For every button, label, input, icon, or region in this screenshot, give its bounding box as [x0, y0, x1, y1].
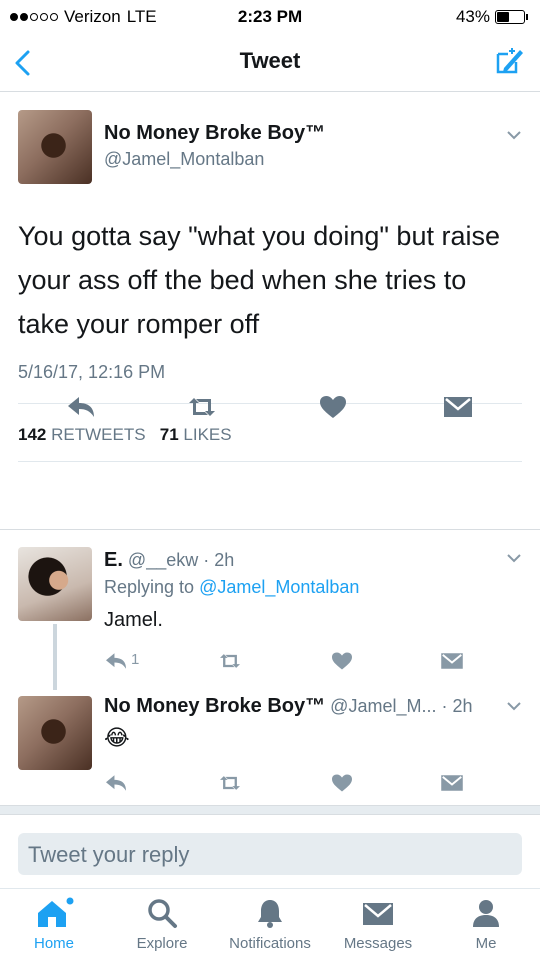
avatar[interactable] — [18, 110, 92, 184]
tab-bar: Home Explore Notifications Messages Me — [0, 888, 540, 960]
reply-icon[interactable] — [66, 394, 96, 420]
bell-icon — [258, 900, 282, 928]
person-icon — [473, 900, 499, 927]
heart-icon[interactable] — [330, 773, 354, 793]
divider — [18, 461, 522, 462]
reply-icon[interactable] — [104, 773, 128, 793]
direct-message-icon[interactable] — [440, 773, 464, 793]
tab-home[interactable]: Home — [0, 897, 108, 952]
chevron-down-icon[interactable] — [506, 553, 522, 563]
battery-percent: 43% — [455, 7, 490, 26]
author-name[interactable]: No Money Broke Boy™ — [104, 122, 325, 145]
reply-text: 😂 — [104, 725, 130, 750]
main-tweet: No Money Broke Boy™ @Jamel_Montalban You… — [0, 92, 540, 530]
likes-stat[interactable]: 71 LIKES — [160, 425, 232, 444]
tab-explore[interactable]: Explore — [108, 897, 216, 952]
tab-me[interactable]: Me — [432, 897, 540, 952]
battery-indicator: 43% — [456, 7, 528, 27]
tweet-text: You gotta say "what you doing" but raise… — [18, 221, 500, 339]
likes-count: 71 — [159, 425, 179, 444]
tab-notifications[interactable]: Notifications — [216, 897, 324, 952]
retweets-label: RETWEETS — [51, 425, 146, 444]
retweets-count: 142 — [18, 425, 47, 444]
direct-message-icon[interactable] — [440, 651, 464, 671]
reply-header: No Money Broke Boy™ @Jamel_M... · 2h — [104, 695, 473, 718]
direct-message-icon[interactable] — [443, 394, 473, 420]
replying-to: Replying to @Jamel_Montalban — [104, 577, 359, 598]
tweet-stats: 142 RETWEETS 71 LIKES — [18, 425, 232, 445]
replying-to-label: Replying to — [104, 577, 195, 597]
reply-text: Jamel. — [104, 609, 163, 631]
heart-icon[interactable] — [330, 651, 354, 671]
status-bar: Verizon LTE 2:23 PM 43% — [0, 0, 540, 34]
chevron-down-icon[interactable] — [506, 130, 522, 140]
envelope-icon — [363, 903, 393, 925]
tweet-actions — [0, 394, 540, 424]
tweet-timestamp: 5/16/17, 12:16 PM — [18, 362, 166, 382]
page-title: Tweet — [239, 48, 301, 73]
author-name[interactable]: E. — [104, 549, 123, 571]
section-divider — [0, 805, 540, 815]
author-handle[interactable]: @__ekw — [128, 550, 198, 570]
retweet-icon[interactable] — [187, 394, 217, 420]
heart-icon[interactable] — [318, 394, 348, 420]
tab-label: Messages — [343, 935, 413, 952]
reply-time: · 2h — [203, 550, 235, 570]
likes-label: LIKES — [183, 425, 232, 444]
avatar[interactable] — [18, 696, 92, 770]
reply-count: 1 — [131, 651, 140, 668]
author-handle[interactable]: @Jamel_Montalban — [104, 149, 264, 170]
avatar[interactable] — [18, 547, 92, 621]
reply-time: · 2h — [441, 696, 473, 716]
chevron-down-icon[interactable] — [506, 701, 522, 711]
search-icon — [148, 899, 177, 928]
tab-messages[interactable]: Messages — [324, 897, 432, 952]
battery-icon — [495, 10, 525, 24]
retweets-stat[interactable]: 142 RETWEETS — [18, 425, 146, 444]
reply-tweet[interactable]: E. @__ekw · 2h Replying to @Jamel_Montal… — [0, 531, 540, 681]
retweet-icon[interactable] — [218, 651, 242, 671]
reply-icon[interactable] — [104, 651, 128, 671]
author-handle[interactable]: @Jamel_M... — [330, 696, 436, 716]
tab-label: Notifications — [229, 935, 311, 952]
tab-label: Me — [475, 935, 497, 952]
author-name[interactable]: No Money Broke Boy™ — [104, 695, 325, 717]
navigation-bar: Tweet — [0, 34, 540, 92]
tab-label: Home — [33, 935, 74, 952]
replying-to-link[interactable]: @Jamel_Montalban — [199, 577, 359, 597]
reply-input[interactable]: Tweet your reply — [18, 833, 522, 875]
thread-connector — [53, 624, 57, 690]
compose-tweet-icon[interactable] — [492, 44, 526, 78]
tab-label: Explore — [136, 935, 188, 952]
reply-tweet[interactable]: No Money Broke Boy™ @Jamel_M... · 2h 😂 — [0, 685, 540, 805]
home-icon — [38, 897, 74, 927]
retweet-icon[interactable] — [218, 773, 242, 793]
reply-header: E. @__ekw · 2h — [104, 549, 234, 572]
